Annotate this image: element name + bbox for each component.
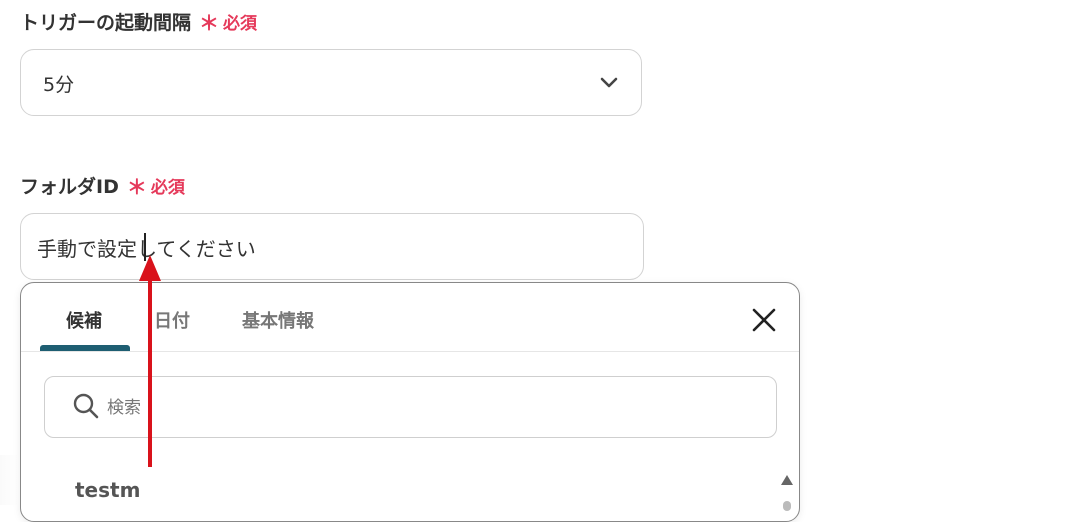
- required-asterisk: ＊: [126, 174, 147, 199]
- trigger-interval-select[interactable]: 5分: [20, 49, 642, 116]
- active-tab-indicator: [40, 345, 130, 351]
- required-badge: 必須: [150, 177, 185, 198]
- search-input[interactable]: [105, 394, 749, 422]
- trigger-interval-label-text: トリガーの起動間隔: [20, 11, 192, 34]
- trigger-interval-label: トリガーの起動間隔 ＊ 必須: [20, 8, 258, 35]
- annotation-arrow: [139, 255, 161, 467]
- scrollbar-thumb[interactable]: [783, 501, 791, 511]
- tab-basic-info[interactable]: 基本情報: [242, 307, 314, 333]
- tab-candidates[interactable]: 候補: [66, 307, 102, 333]
- edge-shadow: [0, 455, 20, 505]
- required-asterisk: ＊: [199, 10, 220, 35]
- folder-id-label: フォルダID ＊ 必須: [20, 172, 185, 199]
- trigger-interval-value: 5分: [43, 74, 75, 96]
- list-item[interactable]: testm: [75, 478, 140, 502]
- close-icon[interactable]: [751, 307, 777, 333]
- folder-id-label-text: フォルダID: [20, 175, 119, 198]
- scroll-up-arrow-icon[interactable]: [780, 474, 794, 486]
- search-icon: [73, 393, 99, 419]
- folder-id-input[interactable]: 手動で設定してください: [20, 213, 644, 280]
- required-badge: 必須: [223, 13, 258, 34]
- chevron-down-icon[interactable]: [599, 74, 619, 90]
